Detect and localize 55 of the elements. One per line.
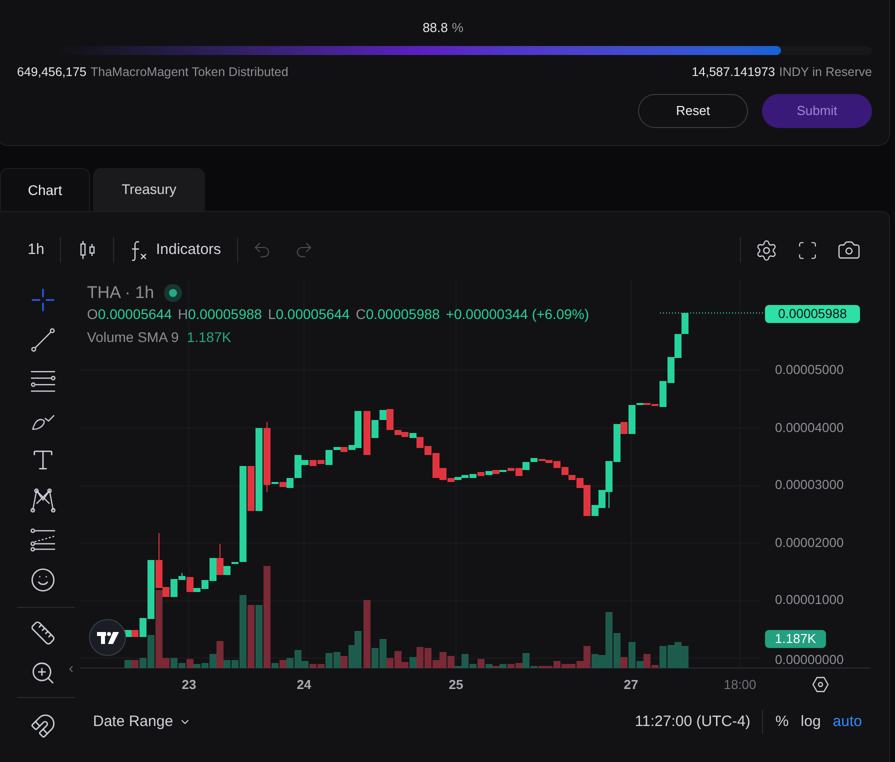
ohlc-value: 0.00005644 xyxy=(276,304,350,324)
distributed-amount: 649,456,175 xyxy=(17,64,87,80)
volume-value: 1.187K xyxy=(186,328,232,346)
price-tick: 0.00005000 xyxy=(775,362,844,378)
reserve-label: INDY in Reserve xyxy=(779,64,872,80)
trend-line-icon[interactable] xyxy=(30,327,56,353)
tab[interactable]: Treasury xyxy=(93,168,205,211)
time-tick: 24 xyxy=(296,677,312,693)
scale-option[interactable]: auto xyxy=(832,710,862,734)
ohlc-key: C xyxy=(356,304,366,324)
pattern-icon[interactable] xyxy=(30,487,56,513)
time-tick: 23 xyxy=(180,677,198,693)
date-range-button[interactable]: Date Range xyxy=(93,710,192,734)
smiley-icon[interactable] xyxy=(30,567,56,593)
price-tick: 0.00000000 xyxy=(775,652,844,668)
price-tick: 0.00004000 xyxy=(775,420,844,436)
ohlc-value: 0.00005988 xyxy=(366,304,440,324)
crosshair-icon[interactable] xyxy=(30,287,56,313)
price-change: +0.00000344 (+6.09%) xyxy=(446,304,590,324)
time-zone-clock: 11:27:00 (UTC-4) xyxy=(634,712,750,732)
scale-option[interactable]: log xyxy=(800,710,821,734)
logo-icon[interactable] xyxy=(89,619,126,656)
indicators-button[interactable]: Indicators xyxy=(130,235,222,265)
ohlc-key: H xyxy=(178,304,188,324)
time-tick: 25 xyxy=(448,677,464,693)
interval-button[interactable]: 1h xyxy=(24,235,48,265)
ruler-icon[interactable] xyxy=(30,620,56,646)
ohlc-key: L xyxy=(268,304,276,324)
axis-settings-icon[interactable] xyxy=(812,676,829,693)
zoom-in-icon[interactable] xyxy=(30,660,56,686)
ohlc-value: 0.00005988 xyxy=(188,304,262,324)
scale-option[interactable]: % xyxy=(775,710,789,734)
ohlc-value: 0.00005644 xyxy=(98,304,172,324)
price-tick: 0.00003000 xyxy=(775,477,844,494)
tab[interactable]: Chart xyxy=(0,168,90,211)
settings-icon[interactable] xyxy=(755,238,778,262)
volume-label: Volume SMA 9 xyxy=(87,328,179,346)
fib-lines-icon[interactable] xyxy=(30,527,56,553)
submit-button[interactable]: Submit xyxy=(762,94,872,128)
function-icon xyxy=(130,239,148,261)
fullscreen-icon[interactable] xyxy=(797,240,818,260)
magnet-icon[interactable] xyxy=(30,713,56,739)
reserve-amount: 14,587.141973 xyxy=(692,64,776,80)
ohlc-key: O xyxy=(87,304,98,324)
time-tick: 27 xyxy=(622,677,640,693)
distributed-label: ThaMacroMagent Token Distributed xyxy=(90,64,288,80)
price-tick: 0.00002000 xyxy=(775,534,844,551)
reset-button[interactable]: Reset xyxy=(638,94,748,128)
last-price-badge: 0.00005988 xyxy=(765,305,860,323)
time-tick: 18:00 xyxy=(722,677,758,693)
symbol-title: THA · 1h xyxy=(87,282,154,304)
price-tick: 0.00001000 xyxy=(775,592,844,608)
volume-badge: 1.187K xyxy=(765,630,826,648)
percent-unit: % xyxy=(452,20,464,36)
percent-value: 88.8 xyxy=(422,20,448,36)
